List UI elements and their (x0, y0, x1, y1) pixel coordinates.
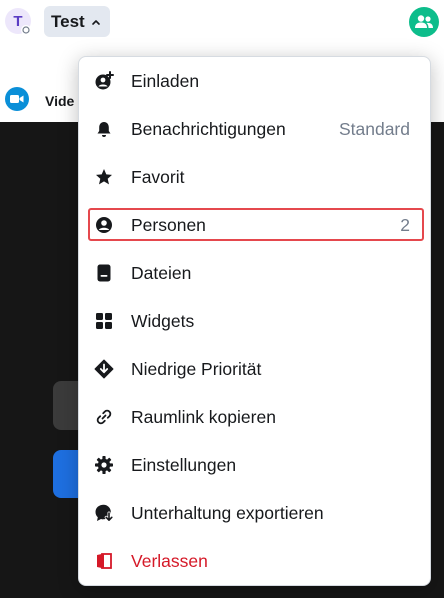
menu-item-copy-link[interactable]: Raumlink kopieren (79, 393, 430, 441)
menu-item-label: Unterhaltung exportieren (131, 502, 324, 523)
menu-item-label: Niedrige Priorität (131, 358, 262, 379)
person-icon (94, 215, 114, 235)
menu-item-label: Favorit (131, 166, 185, 187)
export-icon (94, 503, 114, 523)
grid-icon (94, 311, 114, 331)
link-icon (94, 407, 114, 427)
video-icon[interactable] (5, 87, 29, 111)
bell-icon (94, 119, 114, 139)
menu-item-files[interactable]: Dateien (79, 249, 430, 297)
menu-item-leave[interactable]: Verlassen (79, 537, 430, 585)
menu-item-invite[interactable]: Einladen (79, 57, 430, 105)
gear-icon (94, 455, 114, 475)
menu-item-settings[interactable]: Einstellungen (79, 441, 430, 489)
menu-item-label: Personen (131, 214, 206, 235)
people-button[interactable] (409, 7, 439, 37)
file-icon (94, 263, 114, 283)
leave-icon (94, 551, 114, 571)
star-icon (94, 167, 114, 187)
room-title-button[interactable]: Test (44, 6, 110, 37)
video-label[interactable]: Vide (45, 93, 74, 109)
menu-item-low-priority[interactable]: Niedrige Priorität (79, 345, 430, 393)
menu-item-notifications[interactable]: Benachrichtigungen Standard (79, 105, 430, 153)
menu-item-label: Verlassen (131, 550, 208, 571)
menu-item-label: Einladen (131, 70, 200, 91)
room-title: Test (51, 11, 85, 31)
menu-item-people[interactable]: Personen 2 (79, 201, 430, 249)
menu-item-favourite[interactable]: Favorit (79, 153, 430, 201)
invite-icon (94, 71, 114, 91)
low-priority-icon (94, 359, 114, 379)
notification-level-value: Standard (338, 118, 410, 139)
menu-item-label: Widgets (131, 310, 195, 331)
menu-item-label: Raumlink kopieren (131, 406, 276, 427)
menu-item-export-chat[interactable]: Unterhaltung exportieren (79, 489, 430, 537)
menu-item-label: Benachrichtigungen (131, 118, 286, 139)
people-icon (415, 15, 433, 28)
people-count: 2 (400, 214, 410, 235)
room-context-menu: Einladen Benachrichtigungen Standard Fav… (78, 56, 431, 586)
menu-item-label: Dateien (131, 262, 192, 283)
chevron-up-icon (91, 19, 100, 25)
menu-item-widgets[interactable]: Widgets (79, 297, 430, 345)
avatar-badge-icon (21, 25, 31, 35)
menu-item-label: Einstellungen (131, 454, 237, 475)
